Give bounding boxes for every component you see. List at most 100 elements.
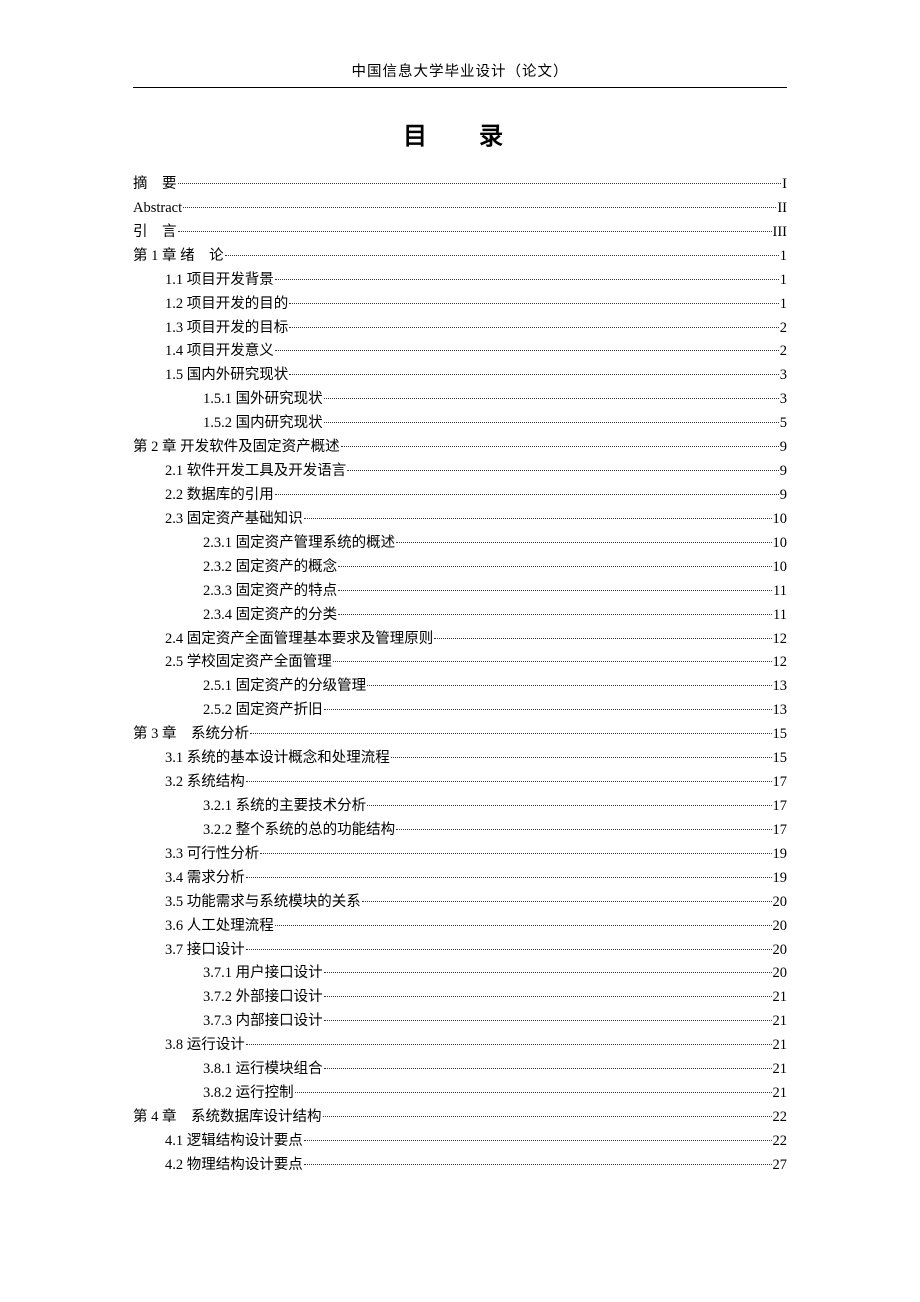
toc-entry: 2.5.2 固定资产折旧 13 <box>133 699 787 723</box>
toc-leader <box>289 327 779 328</box>
toc-leader <box>338 566 771 567</box>
toc-entry: 3.1 系统的基本设计概念和处理流程 15 <box>133 747 787 771</box>
toc-entry-label: Abstract <box>133 197 182 221</box>
toc-entry-page: 9 <box>780 460 787 484</box>
toc-entry: 3.7.1 用户接口设计 20 <box>133 962 787 986</box>
toc-entry-page: 9 <box>780 484 787 508</box>
toc-entry-label: 1.2 项目开发的目的 <box>165 293 288 317</box>
toc-entry-page: 21 <box>773 1034 788 1058</box>
toc-entry-label: 2.3.2 固定资产的概念 <box>203 556 337 580</box>
toc-entry-page: 15 <box>773 723 788 747</box>
toc-entry-page: 1 <box>780 269 787 293</box>
toc-entry-label: 3.8 运行设计 <box>165 1034 245 1058</box>
toc-entry: 3.6 人工处理流程 20 <box>133 915 787 939</box>
toc-entry: 1.3 项目开发的目标 2 <box>133 317 787 341</box>
toc-entry: 3.8 运行设计 21 <box>133 1034 787 1058</box>
toc-entry-label: 1.5 国内外研究现状 <box>165 364 288 388</box>
toc-leader <box>275 925 772 926</box>
toc-list: 摘 要 IAbstract II引 言 III第 1 章 绪 论 11.1 项目… <box>133 173 787 1178</box>
toc-entry: 2.4 固定资产全面管理基本要求及管理原则 12 <box>133 628 787 652</box>
toc-entry: 3.5 功能需求与系统模块的关系 20 <box>133 891 787 915</box>
toc-leader <box>396 829 771 830</box>
toc-entry: 3.2 系统结构 17 <box>133 771 787 795</box>
toc-entry-label: 2.4 固定资产全面管理基本要求及管理原则 <box>165 628 433 652</box>
toc-entry: 1.1 项目开发背景 1 <box>133 269 787 293</box>
toc-entry: 1.2 项目开发的目的 1 <box>133 293 787 317</box>
toc-entry-page: 11 <box>773 580 787 604</box>
toc-leader <box>178 183 782 184</box>
toc-entry-page: 1 <box>780 245 787 269</box>
toc-entry: 3.7.3 内部接口设计 21 <box>133 1010 787 1034</box>
toc-entry: 1.4 项目开发意义 2 <box>133 340 787 364</box>
toc-leader <box>323 1116 772 1117</box>
toc-entry: 2.3.1 固定资产管理系统的概述 10 <box>133 532 787 556</box>
toc-entry: 2.1 软件开发工具及开发语言 9 <box>133 460 787 484</box>
toc-entry-label: 3.2.1 系统的主要技术分析 <box>203 795 366 819</box>
toc-entry-label: 2.3.1 固定资产管理系统的概述 <box>203 532 395 556</box>
document-page: 中国信息大学毕业设计（论文） 目 录 摘 要 IAbstract II引 言 I… <box>133 60 787 1178</box>
toc-leader <box>324 422 779 423</box>
toc-entry-label: 2.5 学校固定资产全面管理 <box>165 651 332 675</box>
toc-leader <box>324 1068 772 1069</box>
toc-leader <box>295 1092 772 1093</box>
toc-entry-page: 21 <box>773 1058 788 1082</box>
toc-entry: 第 3 章 系统分析 15 <box>133 723 787 747</box>
toc-entry: 3.7 接口设计 20 <box>133 939 787 963</box>
toc-entry-label: 3.2.2 整个系统的总的功能结构 <box>203 819 395 843</box>
toc-entry: 4.2 物理结构设计要点 27 <box>133 1154 787 1178</box>
toc-entry: 4.1 逻辑结构设计要点 22 <box>133 1130 787 1154</box>
toc-entry: 3.2.2 整个系统的总的功能结构 17 <box>133 819 787 843</box>
toc-entry-label: 3.2 系统结构 <box>165 771 245 795</box>
toc-entry-page: III <box>773 221 788 245</box>
toc-entry: 3.2.1 系统的主要技术分析 17 <box>133 795 787 819</box>
toc-entry-label: 第 4 章 系统数据库设计结构 <box>133 1106 322 1130</box>
toc-entry: 2.5 学校固定资产全面管理 12 <box>133 651 787 675</box>
toc-leader <box>304 1164 772 1165</box>
toc-entry: 3.7.2 外部接口设计 21 <box>133 986 787 1010</box>
toc-entry-label: 3.7 接口设计 <box>165 939 245 963</box>
toc-entry-label: 2.5.1 固定资产的分级管理 <box>203 675 366 699</box>
toc-entry-page: 17 <box>773 771 788 795</box>
toc-leader <box>289 374 779 375</box>
toc-entry-page: 1 <box>780 293 787 317</box>
toc-entry-label: 1.5.2 国内研究现状 <box>203 412 323 436</box>
toc-entry-label: 引 言 <box>133 221 177 245</box>
toc-leader <box>324 972 772 973</box>
toc-entry-label: 第 3 章 系统分析 <box>133 723 249 747</box>
toc-entry-page: I <box>782 173 787 197</box>
toc-title: 目 录 <box>133 116 787 151</box>
toc-entry-page: 10 <box>773 508 788 532</box>
toc-entry-label: 第 1 章 绪 论 <box>133 245 224 269</box>
toc-leader <box>246 1044 772 1045</box>
toc-leader <box>178 231 772 232</box>
toc-leader <box>362 901 772 902</box>
toc-leader <box>338 590 772 591</box>
toc-entry-page: 19 <box>773 867 788 891</box>
toc-entry-page: 12 <box>773 651 788 675</box>
toc-entry-label: 1.3 项目开发的目标 <box>165 317 288 341</box>
toc-entry: 2.3.2 固定资产的概念 10 <box>133 556 787 580</box>
toc-entry-label: 第 2 章 开发软件及固定资产概述 <box>133 436 340 460</box>
toc-leader <box>289 303 779 304</box>
toc-entry-page: 20 <box>773 891 788 915</box>
toc-entry-page: 13 <box>773 675 788 699</box>
toc-leader <box>324 1020 772 1021</box>
toc-entry-label: 1.4 项目开发意义 <box>165 340 274 364</box>
toc-leader <box>324 709 772 710</box>
toc-entry-label: 2.2 数据库的引用 <box>165 484 274 508</box>
toc-leader <box>246 949 772 950</box>
toc-entry-page: 21 <box>773 1082 788 1106</box>
toc-leader <box>367 685 771 686</box>
toc-leader <box>324 398 779 399</box>
toc-entry-page: 15 <box>773 747 788 771</box>
toc-entry: 1.5.1 国外研究现状 3 <box>133 388 787 412</box>
toc-entry-page: 21 <box>773 1010 788 1034</box>
toc-leader <box>183 207 776 208</box>
toc-entry: 2.3 固定资产基础知识 10 <box>133 508 787 532</box>
toc-leader <box>275 494 779 495</box>
toc-entry-label: 摘 要 <box>133 173 177 197</box>
toc-leader <box>250 733 772 734</box>
toc-entry-label: 2.3.3 固定资产的特点 <box>203 580 337 604</box>
toc-entry-page: 5 <box>780 412 787 436</box>
toc-entry-label: 2.5.2 固定资产折旧 <box>203 699 323 723</box>
